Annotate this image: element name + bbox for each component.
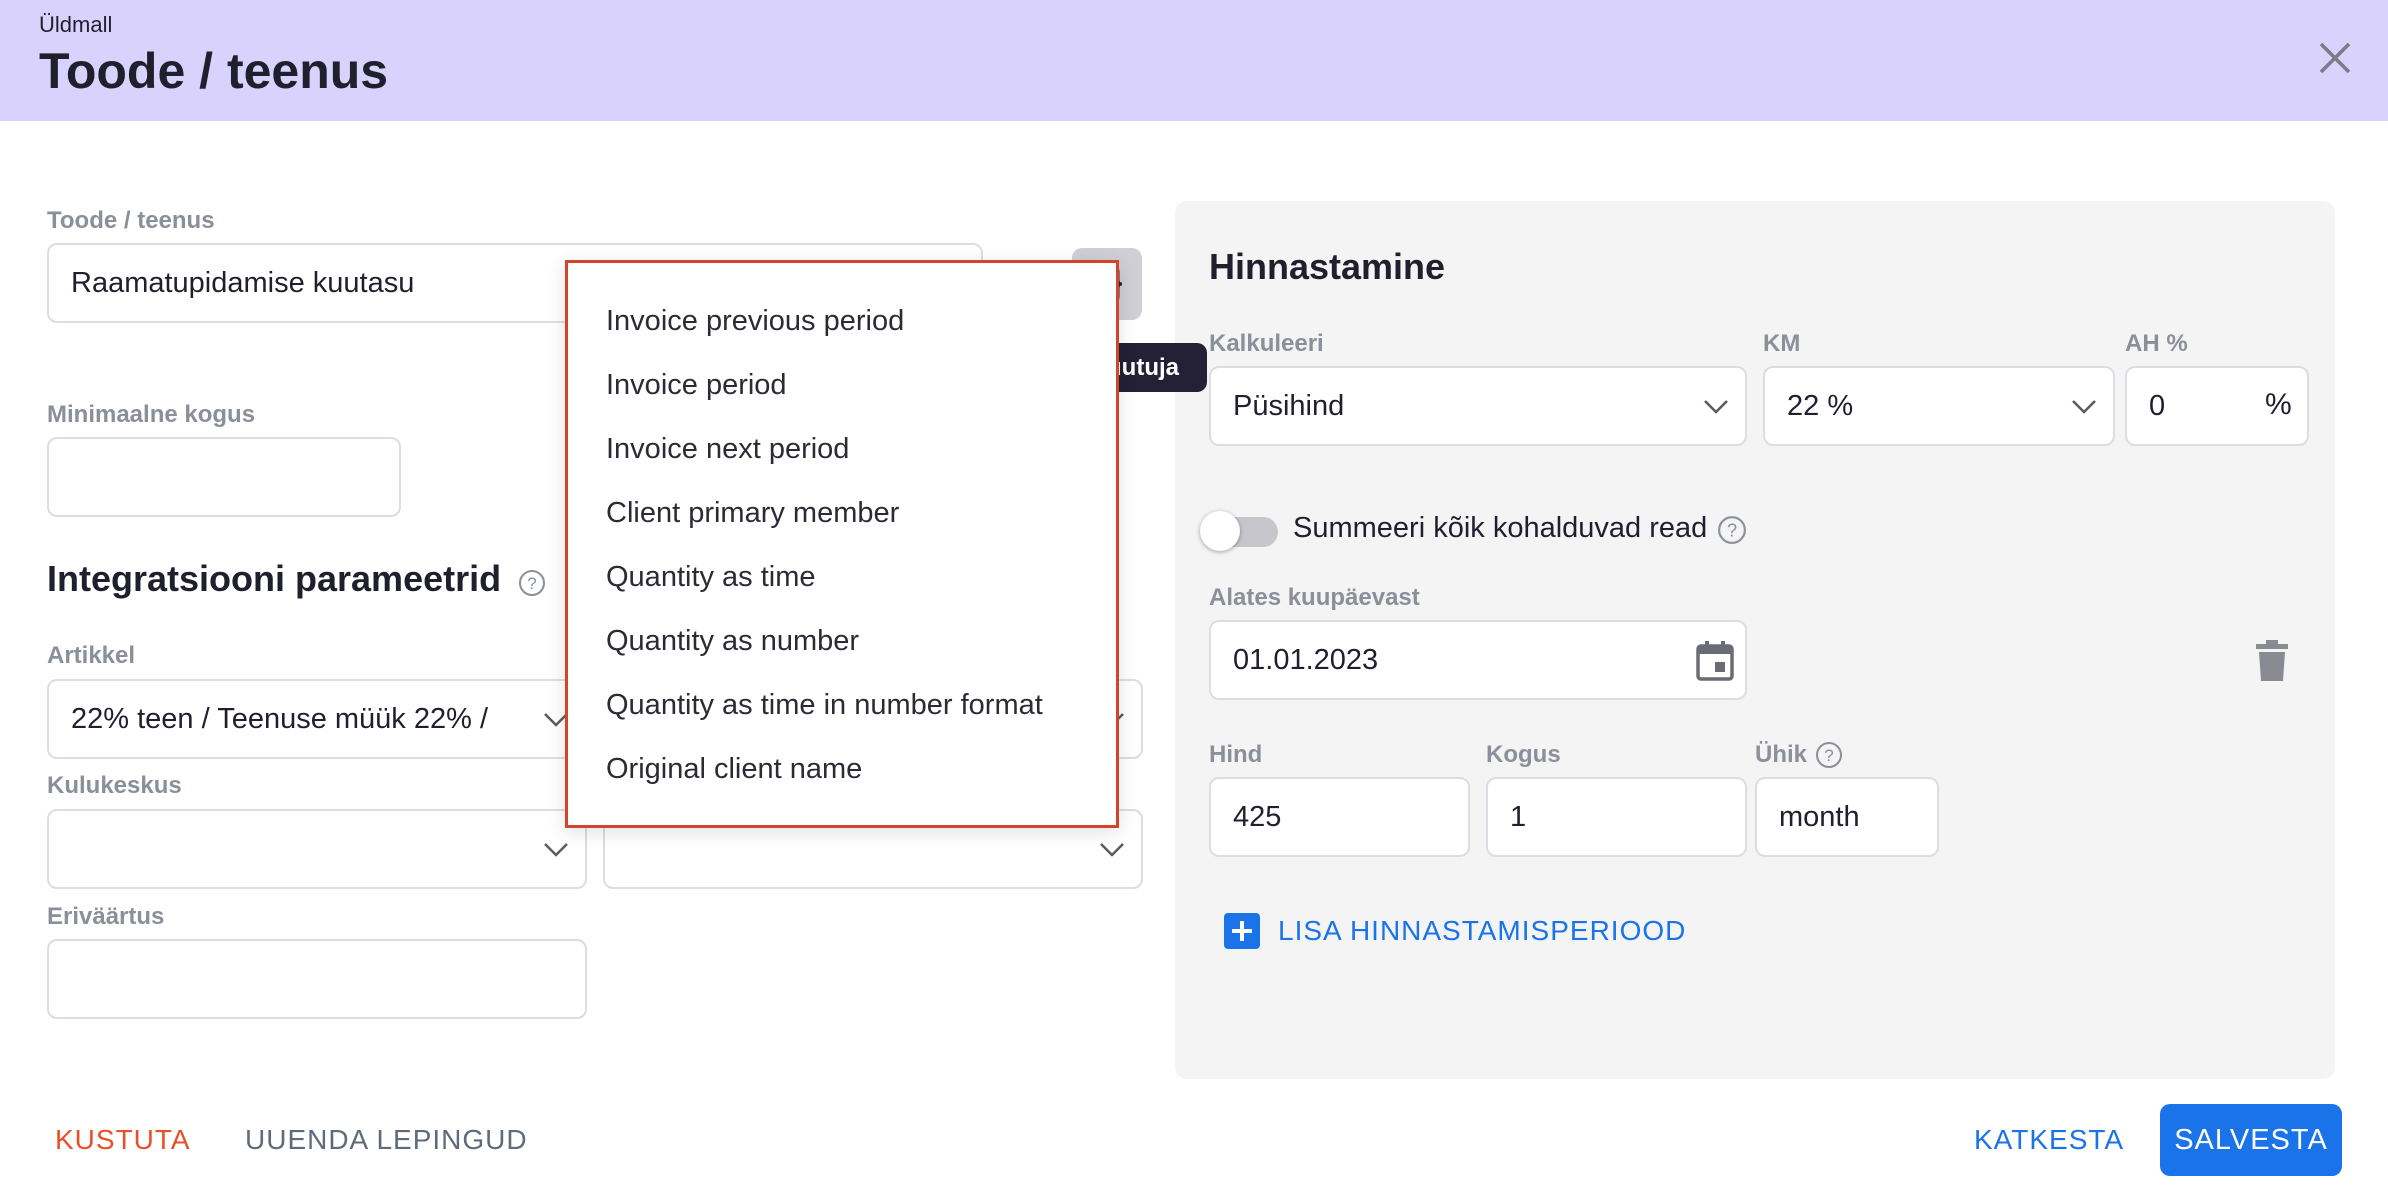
help-icon[interactable]: ? — [1717, 515, 1747, 545]
vat-select[interactable]: 22 % — [1763, 366, 2115, 446]
min-quantity-input[interactable] — [47, 437, 401, 517]
unit-label: Ühik — [1755, 741, 1808, 768]
close-icon[interactable] — [2313, 36, 2357, 80]
discount-label: AH % — [2125, 330, 2188, 357]
add-pricing-period-button[interactable]: LISA HINNASTAMISPERIOOD — [1224, 911, 1686, 951]
chevron-down-icon — [2072, 400, 2096, 414]
article-select[interactable]: 22% teen / Teenuse müük 22% / — [47, 679, 587, 759]
menu-item-invoice-period[interactable]: Invoice period — [606, 369, 787, 402]
from-date-input[interactable]: 01.01.2023 — [1209, 620, 1747, 700]
trash-icon[interactable] — [2255, 640, 2289, 682]
article-label: Artikkel — [47, 642, 136, 669]
renew-contracts-button[interactable]: UUENDA LEPINGUD — [245, 1124, 528, 1156]
add-pricing-period-label: LISA HINNASTAMISPERIOOD — [1278, 915, 1687, 946]
chevron-down-icon — [544, 843, 568, 857]
dialog-title: Toode / teenus — [39, 43, 389, 99]
menu-item-original-client-name[interactable]: Original client name — [606, 753, 862, 786]
product-value: Raamatupidamise kuutasu — [71, 266, 415, 299]
price-label: Hind — [1209, 741, 1263, 768]
integration-heading: Integratsiooni parameetrid — [47, 558, 502, 599]
template-name: Üldmall — [39, 12, 113, 37]
delete-button[interactable]: KUSTUTA — [55, 1124, 191, 1156]
menu-item-quantity-as-number[interactable]: Quantity as number — [606, 625, 859, 658]
special-value-input[interactable] — [47, 939, 587, 1019]
price-input[interactable]: 425 — [1209, 777, 1470, 857]
variables-menu: Invoice previous period Invoice period I… — [565, 260, 1119, 828]
chevron-down-icon — [1100, 843, 1124, 857]
vat-label: KM — [1763, 330, 1801, 357]
cost-center-label: Kulukeskus — [47, 772, 182, 799]
help-icon[interactable]: ? — [518, 569, 546, 597]
help-icon[interactable]: ? — [1815, 741, 1843, 769]
unit-input[interactable]: month — [1755, 777, 1939, 857]
menu-item-invoice-next-period[interactable]: Invoice next period — [606, 433, 849, 466]
cost-center-select[interactable] — [47, 809, 587, 889]
from-date-label: Alates kuupäevast — [1209, 584, 1420, 611]
svg-text:?: ? — [527, 574, 536, 593]
calculator-label: Kalkuleeri — [1209, 330, 1324, 357]
min-quantity-label: Minimaalne kogus — [47, 401, 256, 428]
save-button[interactable]: SALVESTA — [2160, 1104, 2342, 1176]
menu-item-invoice-previous-period[interactable]: Invoice previous period — [606, 305, 904, 338]
quantity-label: Kogus — [1486, 741, 1561, 768]
quantity-input[interactable]: 1 — [1486, 777, 1747, 857]
plus-icon — [1224, 913, 1260, 949]
svg-text:?: ? — [1727, 520, 1737, 540]
calculator-select[interactable]: Püsihind — [1209, 366, 1747, 446]
dialog-header: Üldmall Toode / teenus — [0, 0, 2388, 121]
menu-item-client-primary-member[interactable]: Client primary member — [606, 497, 899, 530]
svg-text:?: ? — [1824, 746, 1833, 765]
discount-unit: % — [2265, 388, 2292, 421]
product-label: Toode / teenus — [47, 207, 215, 234]
discount-input[interactable]: 0 % — [2125, 366, 2309, 446]
chevron-down-icon — [1704, 400, 1728, 414]
cancel-button[interactable]: KATKESTA — [1974, 1124, 2124, 1156]
menu-item-quantity-as-time[interactable]: Quantity as time — [606, 561, 816, 594]
menu-item-quantity-as-time-number-format[interactable]: Quantity as time in number format — [606, 689, 1043, 722]
special-value-label: Eriväärtus — [47, 903, 165, 930]
calendar-icon[interactable] — [1695, 640, 1735, 682]
sum-toggle-label: Summeeri kõik kohalduvad read — [1293, 512, 1708, 544]
pricing-heading: Hinnastamine — [1209, 246, 1446, 287]
sum-toggle-knob[interactable] — [1200, 511, 1240, 551]
